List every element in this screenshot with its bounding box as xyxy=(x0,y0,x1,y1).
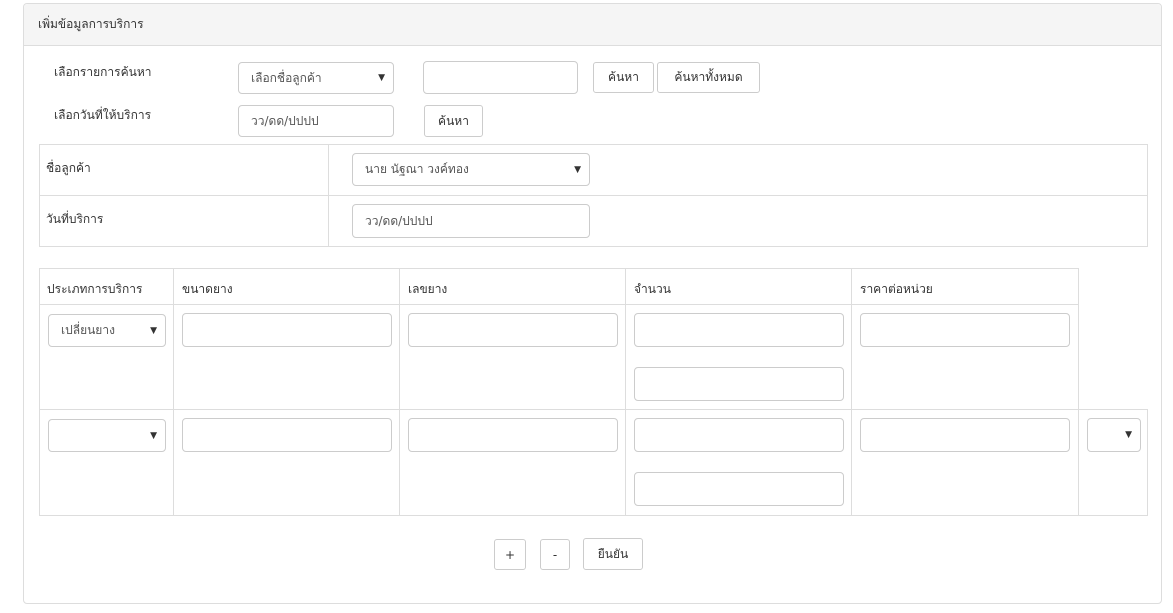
row2-quantity-input-2[interactable] xyxy=(634,472,844,506)
row1-tire-size-input[interactable] xyxy=(182,313,392,347)
customer-info-table xyxy=(39,144,1148,247)
row2-extra-select[interactable]: ▼ xyxy=(1087,418,1141,452)
row1-quantity-input-2[interactable] xyxy=(634,367,844,401)
caret-down-icon: ▼ xyxy=(150,325,157,336)
service-date-input[interactable]: วว/ดด/ปปปป xyxy=(352,204,590,238)
customer-select[interactable]: เลือกชื่อลูกค้า ▼ xyxy=(238,62,394,94)
service-date-info-label: วันที่บริการ xyxy=(46,212,104,226)
remove-row-button[interactable]: - xyxy=(540,539,570,570)
header-service-type: ประเภทการบริการ xyxy=(47,282,143,296)
row2-tire-number-input[interactable] xyxy=(408,418,618,452)
row1-quantity-input[interactable] xyxy=(634,313,844,347)
search-date-input[interactable]: วว/ดด/ปปปป xyxy=(238,105,394,137)
panel-title: เพิ่มข้อมูลการบริการ xyxy=(24,4,1161,46)
row2-tire-size-input[interactable] xyxy=(182,418,392,452)
caret-down-icon: ▼ xyxy=(574,164,581,175)
search-all-button[interactable]: ค้นหาทั้งหมด xyxy=(657,62,760,93)
add-row-button[interactable]: + xyxy=(494,539,526,570)
confirm-button[interactable]: ยืนยัน xyxy=(583,538,643,570)
customer-name-label: ชื่อลูกค้า xyxy=(46,161,91,175)
date-search-button[interactable]: ค้นหา xyxy=(424,105,483,137)
customer-name-select[interactable]: นาย นัฐณา วงค์ทอง ▼ xyxy=(352,153,590,186)
customer-select-value: เลือกชื่อลูกค้า xyxy=(251,70,322,85)
service-date-label: เลือกวันที่ให้บริการ xyxy=(54,108,152,122)
search-button[interactable]: ค้นหา xyxy=(593,62,654,93)
caret-down-icon: ▼ xyxy=(378,73,385,83)
row1-tire-number-input[interactable] xyxy=(408,313,618,347)
customer-name-value: นาย นัฐณา วงค์ทอง xyxy=(365,162,469,176)
header-tire-size: ขนาดยาง xyxy=(182,282,233,296)
row2-unit-price-input[interactable] xyxy=(860,418,1070,452)
header-tire-number: เลขยาง xyxy=(408,282,448,296)
search-input[interactable] xyxy=(423,61,578,94)
header-unit-price: ราคาต่อหน่วย xyxy=(860,282,933,296)
row1-service-type-select[interactable]: เปลี่ยนยาง ▼ xyxy=(48,314,166,347)
row1-unit-price-input[interactable] xyxy=(860,313,1070,347)
caret-down-icon: ▼ xyxy=(150,430,157,441)
header-quantity: จำนวน xyxy=(634,282,671,296)
row2-service-type-select[interactable]: ▼ xyxy=(48,419,166,452)
caret-down-icon: ▼ xyxy=(1125,430,1132,440)
row2-quantity-input[interactable] xyxy=(634,418,844,452)
search-list-label: เลือกรายการค้นหา xyxy=(54,65,152,79)
